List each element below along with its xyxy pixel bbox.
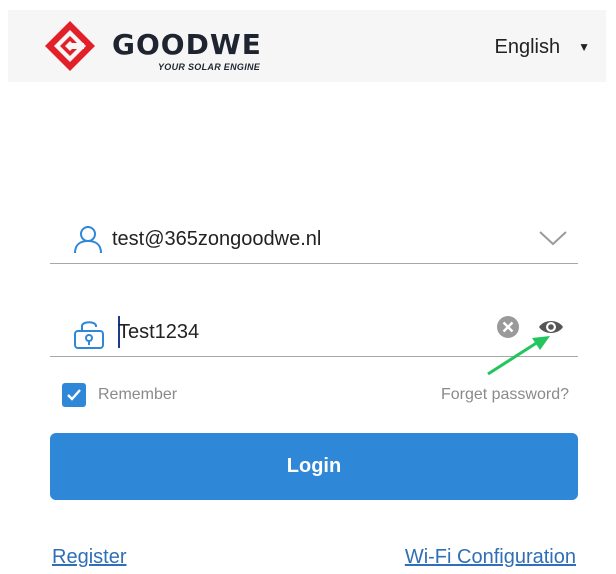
app-header: GOODWE YOUR SOLAR ENGINE English ▼ [8,10,606,82]
remember-checkbox[interactable] [62,383,86,407]
brand-name: GOODWE [112,28,262,61]
brand-tagline: YOUR SOLAR ENGINE [158,62,261,72]
forgot-password-link[interactable]: Forget password? [441,386,569,404]
lock-icon [74,321,104,349]
password-value[interactable]: Test1234 [118,321,199,344]
check-icon [67,389,81,401]
remember-label: Remember [98,386,178,403]
email-field[interactable]: test@365zongoodwe.nl [50,214,578,264]
login-button[interactable]: Login [50,433,578,500]
email-underline [50,263,578,264]
register-link[interactable]: Register [52,546,126,569]
user-icon [74,226,102,254]
goodwe-logo-icon [45,21,95,71]
remember-row: Remember [62,383,177,407]
email-value[interactable]: test@365zongoodwe.nl [112,228,321,251]
wifi-configuration-link[interactable]: Wi-Fi Configuration [405,546,576,569]
annotation-arrow-icon [487,336,550,376]
caret-down-icon: ▼ [578,40,590,54]
chevron-down-icon[interactable] [538,229,568,247]
language-selector[interactable]: English ▼ [495,34,591,60]
language-label: English [494,35,561,58]
